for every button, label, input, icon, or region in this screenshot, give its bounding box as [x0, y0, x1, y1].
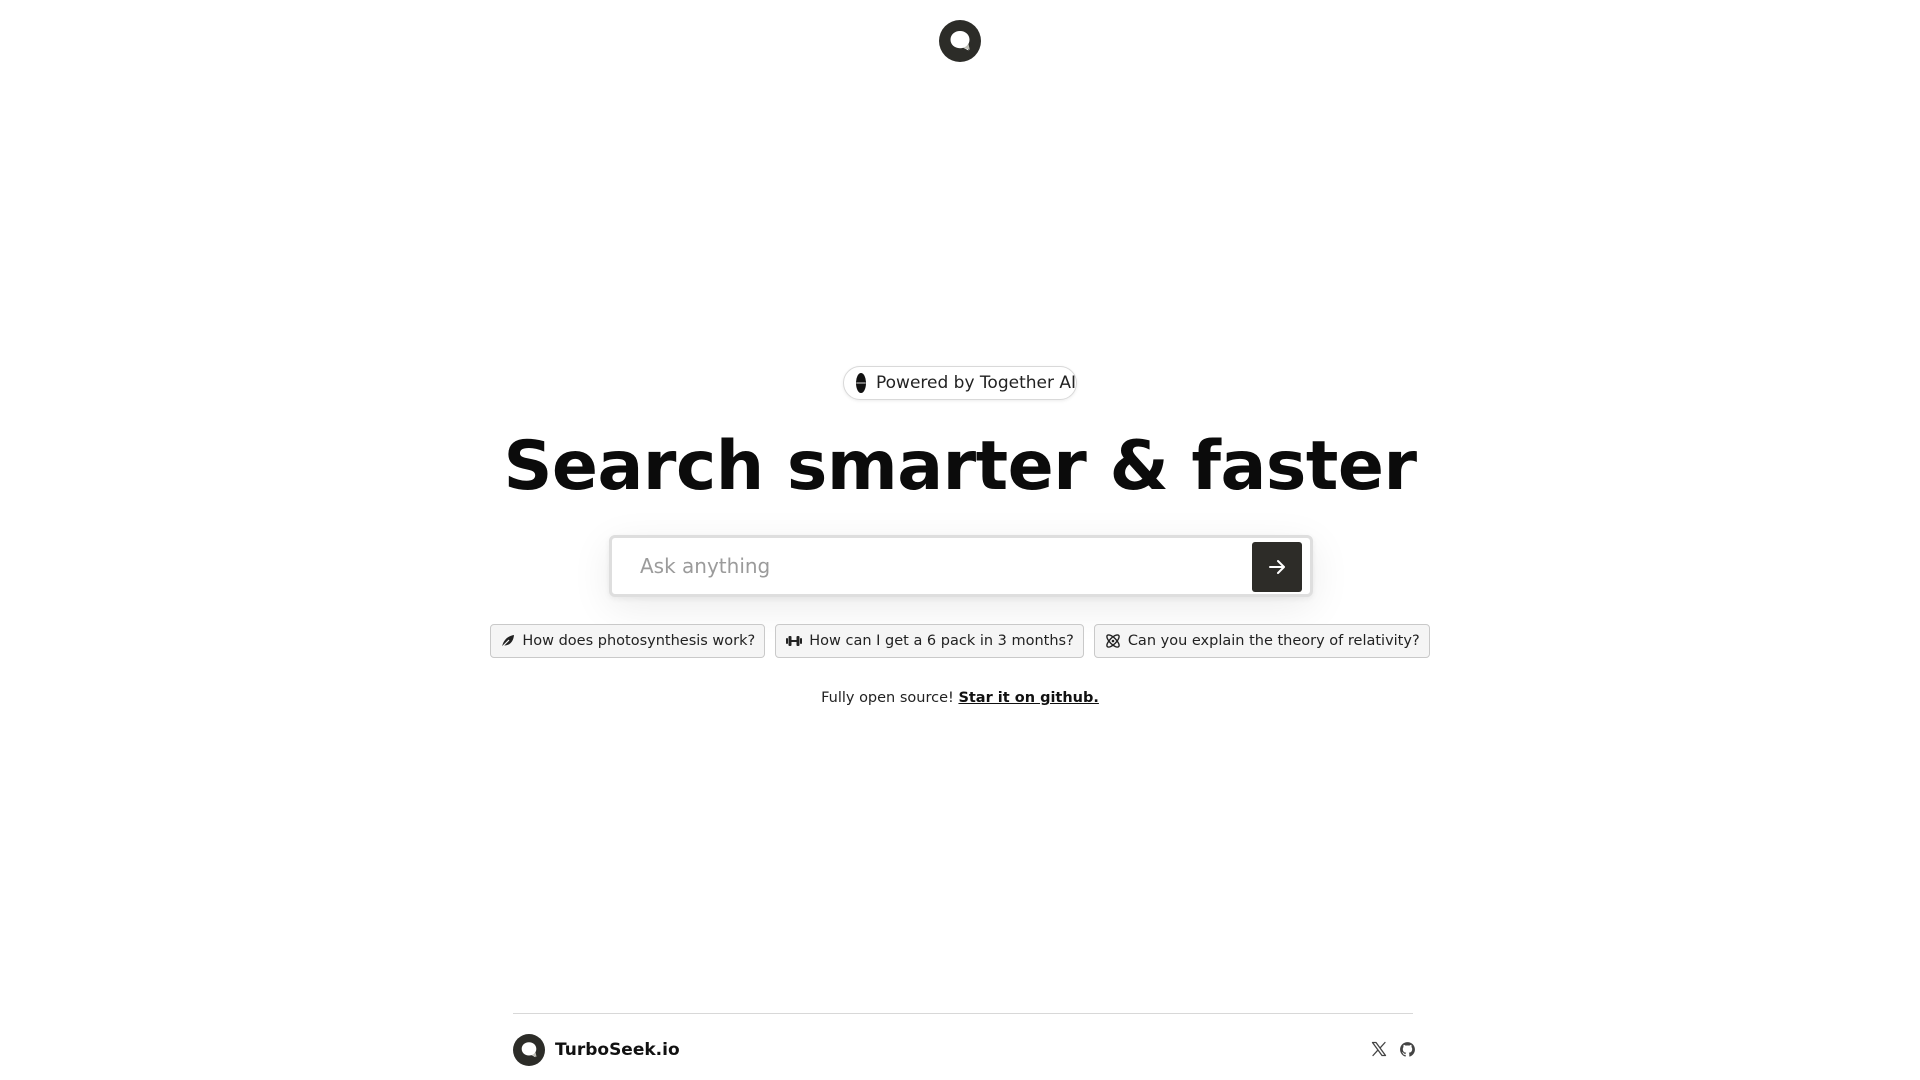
search-box [609, 535, 1313, 597]
footer-social-links [1370, 1040, 1416, 1058]
footer-divider [513, 1013, 1413, 1014]
search-submit-button[interactable] [1252, 542, 1302, 592]
footer-brand[interactable]: TurboSeek.io [513, 1034, 680, 1066]
atom-icon [1106, 634, 1120, 648]
github-icon [1399, 1041, 1415, 1057]
powered-by-badge[interactable]: Powered by Together AI [843, 366, 1077, 400]
suggestion-chip-photosynthesis[interactable]: How does photosynthesis work? [490, 624, 766, 658]
together-ai-logo-icon [856, 373, 866, 393]
chat-bubble-icon [521, 1042, 537, 1058]
x-twitter-icon [1371, 1041, 1387, 1057]
brand-name: TurboSeek.io [555, 1040, 680, 1060]
powered-by-label: Powered by Together AI [876, 373, 1077, 393]
open-source-text: Fully open source! [821, 690, 959, 706]
hero-title: Search smarter & faster [503, 427, 1417, 506]
arrow-right-icon [1269, 560, 1285, 574]
dumbbell-icon [786, 636, 803, 646]
brand-logo [513, 1034, 545, 1066]
open-source-note: Fully open source! Star it on github. [0, 690, 1920, 706]
github-link[interactable] [1398, 1040, 1416, 1058]
chat-bubble-icon [950, 31, 970, 51]
top-logo[interactable] [939, 20, 981, 62]
leaf-icon [501, 635, 515, 648]
suggestion-label: How can I get a 6 pack in 3 months? [809, 633, 1074, 649]
x-twitter-link[interactable] [1370, 1040, 1388, 1058]
suggestion-label: Can you explain the theory of relativity… [1127, 633, 1420, 649]
suggestion-label: How does photosynthesis work? [522, 633, 756, 649]
page: Powered by Together AI Search smarter & … [0, 0, 1920, 1080]
suggestion-chip-six-pack[interactable]: How can I get a 6 pack in 3 months? [775, 624, 1084, 658]
suggestion-chip-relativity[interactable]: Can you explain the theory of relativity… [1093, 624, 1430, 658]
search-input[interactable] [626, 538, 1226, 594]
github-star-link[interactable]: Star it on github. [958, 690, 1098, 706]
suggestion-list: How does photosynthesis work? How can I … [0, 624, 1920, 658]
